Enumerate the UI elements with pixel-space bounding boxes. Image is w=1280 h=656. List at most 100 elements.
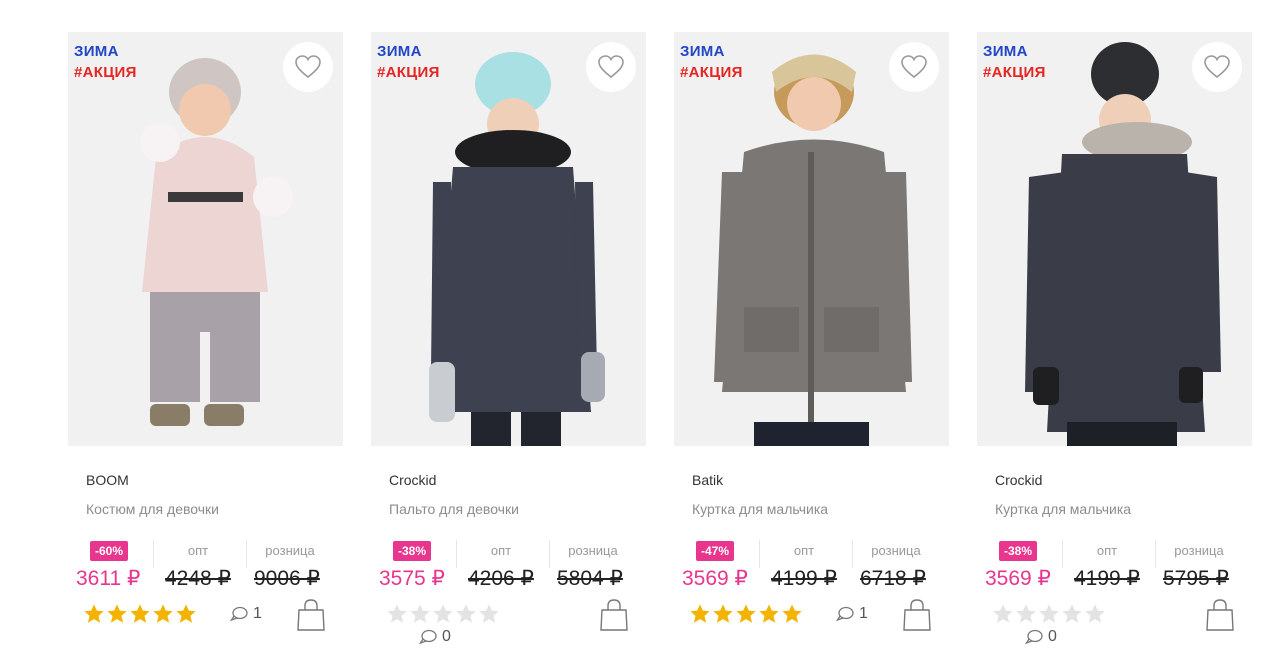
star-icon[interactable] (781, 603, 803, 625)
promo-tag: #АКЦИЯ (74, 64, 137, 81)
favorite-button[interactable] (586, 42, 636, 92)
product-description[interactable]: Пальто для девочки (389, 501, 519, 517)
retail-label: розница (568, 543, 618, 558)
product-photo[interactable]: ЗИМА #АКЦИЯ (371, 32, 646, 446)
price-block: -60% 3611 ₽ опт 4248 ₽ розница 9006 ₽ (68, 538, 343, 594)
product-card[interactable]: ЗИМА #АКЦИЯ Crockid Куртка для мальчика … (977, 32, 1252, 652)
product-card[interactable]: ЗИМА #АКЦИЯ Batik Куртка для мальчика -4… (674, 32, 949, 652)
star-icon[interactable] (455, 603, 477, 625)
star-icon[interactable] (478, 603, 500, 625)
divider (852, 540, 853, 568)
comments-number: 1 (859, 605, 868, 622)
rating-stars[interactable] (992, 603, 1106, 625)
rating-stars[interactable] (689, 603, 803, 625)
star-icon[interactable] (129, 603, 151, 625)
favorite-button[interactable] (1192, 42, 1242, 92)
star-icon[interactable] (735, 603, 757, 625)
discount-badge: -47% (696, 541, 735, 561)
price-block: -47% 3569 ₽ опт 4199 ₽ розница 6718 ₽ (674, 538, 949, 594)
promo-tag: #АКЦИЯ (680, 64, 743, 81)
product-photo[interactable]: ЗИМА #АКЦИЯ (674, 32, 949, 446)
star-icon[interactable] (152, 603, 174, 625)
star-icon[interactable] (1084, 603, 1106, 625)
star-icon[interactable] (386, 603, 408, 625)
heart-icon (901, 55, 927, 79)
shopping-bag-icon[interactable] (1205, 598, 1235, 632)
current-price: 3611 ₽ (76, 567, 141, 590)
season-tag: ЗИМА (680, 43, 725, 60)
heart-icon (1204, 55, 1230, 79)
product-brand[interactable]: BOOM (86, 472, 129, 488)
price-block: -38% 3569 ₽ опт 4199 ₽ розница 5795 ₽ (977, 538, 1252, 594)
retail-price: 5795 ₽ (1163, 567, 1229, 590)
divider (1155, 540, 1156, 568)
current-price: 3569 ₽ (682, 567, 748, 590)
boy-in-jacket-image (1025, 42, 1221, 446)
product-description[interactable]: Костюм для девочки (86, 501, 219, 517)
product-card[interactable]: ЗИМА #АКЦИЯ Crockid Пальто для девочки -… (371, 32, 646, 652)
retail-price: 9006 ₽ (254, 567, 320, 590)
discount-badge: -38% (393, 541, 432, 561)
star-icon[interactable] (106, 603, 128, 625)
product-description[interactable]: Куртка для мальчика (995, 501, 1131, 517)
heart-icon (295, 55, 321, 79)
comments-count[interactable]: 0 (1025, 628, 1057, 646)
product-brand[interactable]: Batik (692, 472, 723, 488)
star-icon[interactable] (992, 603, 1014, 625)
product-brand[interactable]: Crockid (995, 472, 1042, 488)
divider (456, 540, 457, 568)
promo-tag: #АКЦИЯ (983, 64, 1046, 81)
shopping-bag-icon[interactable] (296, 598, 326, 632)
comment-icon (1025, 629, 1043, 645)
wholesale-price: 4199 ₽ (1074, 567, 1140, 590)
favorite-button[interactable] (283, 42, 333, 92)
shopping-bag-icon[interactable] (599, 598, 629, 632)
promo-tags: ЗИМА #АКЦИЯ (74, 41, 137, 83)
product-card[interactable]: ЗИМА #АКЦИЯ BOOM Костюм для девочки -60%… (68, 32, 343, 652)
star-icon[interactable] (432, 603, 454, 625)
comment-icon (836, 606, 854, 622)
comments-count[interactable]: 1 (230, 605, 262, 623)
divider (549, 540, 550, 568)
retail-price: 6718 ₽ (860, 567, 926, 590)
comments-number: 1 (253, 605, 262, 622)
girl-in-coat-image (429, 52, 605, 446)
product-brand[interactable]: Crockid (389, 472, 436, 488)
comments-number: 0 (442, 628, 451, 645)
star-icon[interactable] (83, 603, 105, 625)
product-description[interactable]: Куртка для мальчика (692, 501, 828, 517)
wholesale-label: опт (490, 543, 512, 558)
comments-count[interactable]: 0 (419, 628, 451, 646)
discount-badge: -38% (999, 541, 1038, 561)
season-tag: ЗИМА (983, 43, 1028, 60)
wholesale-label: опт (1096, 543, 1118, 558)
product-photo[interactable]: ЗИМА #АКЦИЯ (68, 32, 343, 446)
star-icon[interactable] (1015, 603, 1037, 625)
retail-label: розница (265, 543, 315, 558)
star-icon[interactable] (712, 603, 734, 625)
star-icon[interactable] (175, 603, 197, 625)
comments-count[interactable]: 1 (836, 605, 868, 623)
favorite-button[interactable] (889, 42, 939, 92)
divider (246, 540, 247, 568)
promo-tag: #АКЦИЯ (377, 64, 440, 81)
promo-tags: ЗИМА #АКЦИЯ (377, 41, 440, 83)
comment-icon (419, 629, 437, 645)
star-icon[interactable] (689, 603, 711, 625)
boy-in-parka-image (714, 54, 912, 446)
current-price: 3569 ₽ (985, 567, 1051, 590)
star-icon[interactable] (409, 603, 431, 625)
star-icon[interactable] (1038, 603, 1060, 625)
retail-price: 5804 ₽ (557, 567, 623, 590)
girl-in-snowsuit-image (140, 58, 293, 426)
price-block: -38% 3575 ₽ опт 4206 ₽ розница 5804 ₽ (371, 538, 646, 594)
divider (153, 540, 154, 568)
star-icon[interactable] (758, 603, 780, 625)
rating-stars[interactable] (83, 603, 197, 625)
product-photo[interactable]: ЗИМА #АКЦИЯ (977, 32, 1252, 446)
star-icon[interactable] (1061, 603, 1083, 625)
shopping-bag-icon[interactable] (902, 598, 932, 632)
rating-stars[interactable] (386, 603, 500, 625)
wholesale-price: 4199 ₽ (771, 567, 837, 590)
season-tag: ЗИМА (74, 43, 119, 60)
